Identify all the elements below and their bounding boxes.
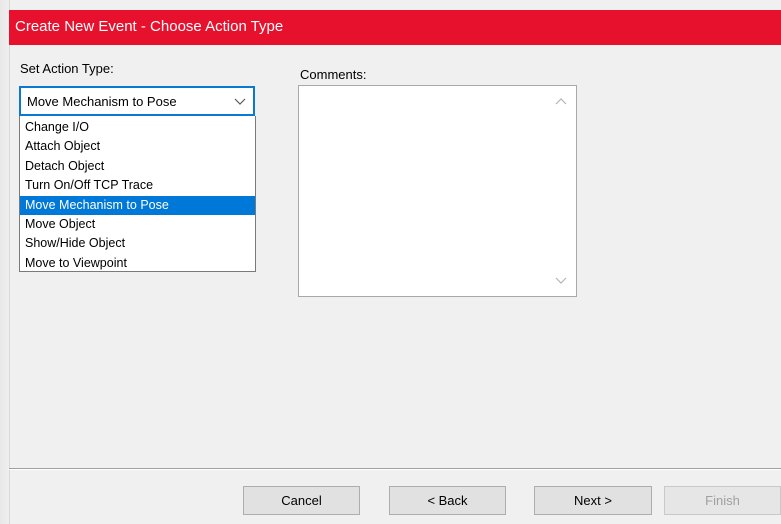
dropdown-option-move-object[interactable]: Move Object [20,215,255,234]
dropdown-option-turn-on-off-tcp-trace[interactable]: Turn On/Off TCP Trace [20,176,255,195]
window-left-edge [0,0,10,524]
dialog-titlebar: Create New Event - Choose Action Type [9,10,781,45]
dropdown-option-show-hide-object[interactable]: Show/Hide Object [20,234,255,253]
cancel-button[interactable]: Cancel [243,486,360,515]
comments-label: Comments: [300,67,367,82]
dropdown-option-detach-object[interactable]: Detach Object [20,157,255,176]
next-button[interactable]: Next > [534,486,652,515]
comments-textarea[interactable] [298,85,577,297]
dialog-title: Create New Event - Choose Action Type [15,18,284,35]
action-type-combobox[interactable]: Move Mechanism to Pose [19,86,255,116]
action-type-label: Set Action Type: [20,61,114,76]
action-type-selected-value: Move Mechanism to Pose [27,94,177,109]
dropdown-option-move-to-viewpoint[interactable]: Move to Viewpoint [20,254,255,273]
dropdown-option-move-mechanism-to-pose[interactable]: Move Mechanism to Pose [20,195,255,215]
scroll-up-arrow-icon[interactable] [555,97,567,105]
back-button[interactable]: < Back [389,486,506,515]
footer-divider-highlight [9,469,781,470]
dropdown-option-attach-object[interactable]: Attach Object [20,137,255,156]
dropdown-option-change-io[interactable]: Change I/O [20,118,255,137]
chevron-down-icon[interactable] [233,95,247,107]
finish-button[interactable]: Finish [664,486,781,515]
action-type-dropdown-list: Change I/O Attach Object Detach Object T… [19,116,256,272]
scroll-down-arrow-icon[interactable] [555,277,567,285]
